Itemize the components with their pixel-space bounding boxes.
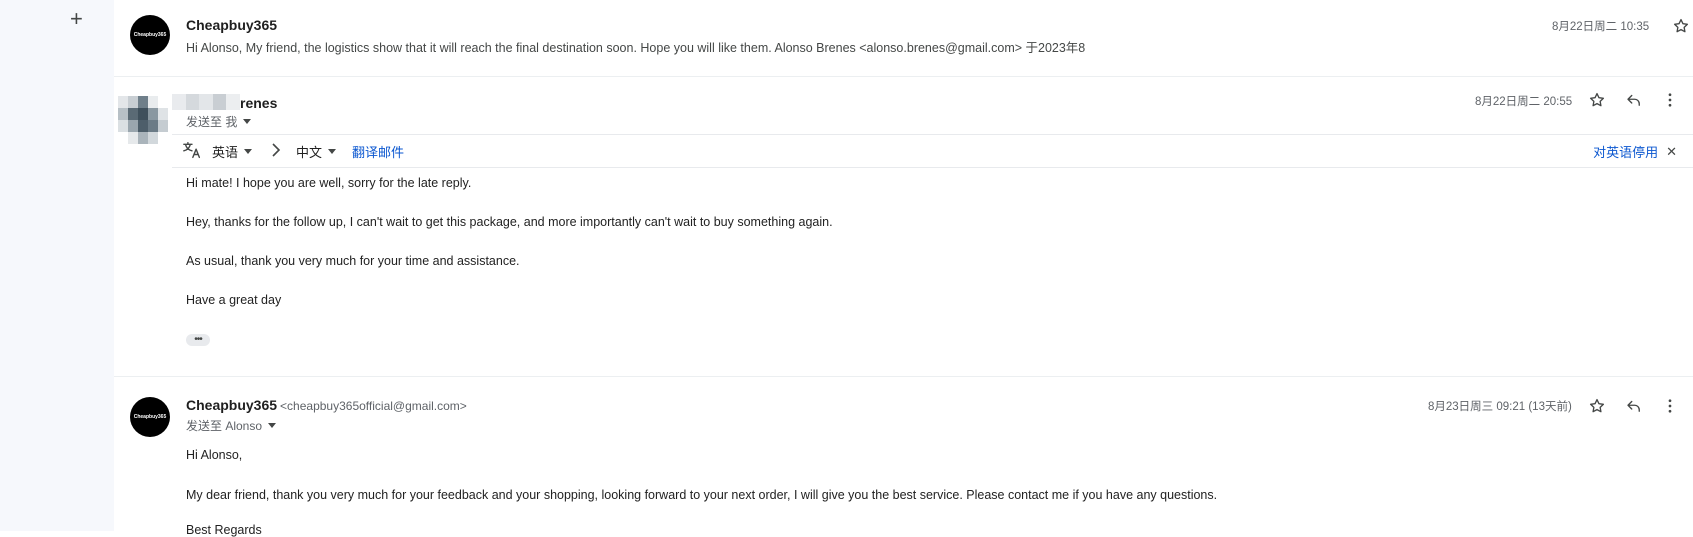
body-paragraph: Hi mate! I hope you are well, sorry for … xyxy=(186,176,472,190)
chevron-down-icon xyxy=(243,119,252,124)
target-language-select[interactable]: 中文 xyxy=(296,142,337,161)
translate-bar-actions: 对英语停用 ✕ xyxy=(1593,142,1677,161)
chevron-down-icon xyxy=(244,148,253,154)
recipient-label: 发送至 我 xyxy=(186,115,238,129)
sender-name: Cheapbuy365 xyxy=(186,17,278,33)
left-rail: + xyxy=(0,0,114,531)
message-collapsed[interactable]: Cheapbuy365 Cheapbuy365 Hi Alonso, My fr… xyxy=(114,0,1693,76)
message-expanded: renes 发送至 我 8月22日周二 20:55 英语 中文 翻译邮件 对英语… xyxy=(114,77,1693,375)
star-icon[interactable] xyxy=(1587,90,1607,110)
more-vert-icon[interactable] xyxy=(1660,90,1680,110)
chevron-down-icon xyxy=(328,148,337,154)
reply-icon[interactable] xyxy=(1624,90,1644,110)
show-trimmed-content-button[interactable]: ••• xyxy=(186,334,210,346)
sender-display-name: Cheapbuy365 xyxy=(186,397,278,413)
source-language-select[interactable]: 英语 xyxy=(212,142,253,161)
avatar: Cheapbuy365 xyxy=(130,397,170,437)
chevron-down-icon xyxy=(268,423,277,428)
body-paragraph: Have a great day xyxy=(186,293,282,307)
conversation-view: Cheapbuy365 Cheapbuy365 Hi Alonso, My fr… xyxy=(114,0,1693,537)
more-vert-icon[interactable] xyxy=(1660,396,1680,416)
message-snippet: Hi Alonso, My friend, the logistics show… xyxy=(186,41,1086,55)
body-paragraph: Hey, thanks for the follow up, I can't w… xyxy=(186,215,833,229)
body-paragraph: As usual, thank you very much for your t… xyxy=(186,254,520,268)
chevron-right-icon xyxy=(270,142,282,160)
star-icon[interactable] xyxy=(1671,16,1691,36)
sender-email: <cheapbuy365official@gmail.com> xyxy=(280,399,467,413)
reply-icon[interactable] xyxy=(1624,396,1644,416)
body-paragraph: My dear friend, thank you very much for … xyxy=(186,488,1218,502)
translate-message-link[interactable]: 翻译邮件 xyxy=(352,142,404,161)
message-date: 8月23日周三 09:21 (13天前) xyxy=(1428,401,1572,413)
recipient-dropdown[interactable]: 发送至 Alonso xyxy=(186,417,277,434)
body-paragraph: Best Regards xyxy=(186,523,262,537)
avatar: Cheapbuy365 xyxy=(130,15,170,55)
message-expanded: Cheapbuy365 Cheapbuy365 <cheapbuy365offic… xyxy=(114,377,1693,537)
translate-bar: 英语 中文 翻译邮件 对英语停用 ✕ xyxy=(172,134,1693,168)
message-date: 8月22日周二 10:35 xyxy=(1552,21,1650,33)
star-icon[interactable] xyxy=(1587,396,1607,416)
body-paragraph: Hi Alonso, xyxy=(186,448,243,462)
close-icon[interactable]: ✕ xyxy=(1666,144,1677,160)
recipient-label: 发送至 Alonso xyxy=(186,419,263,433)
source-language-label: 英语 xyxy=(212,144,239,160)
blurred-name xyxy=(172,94,240,110)
translate-icon xyxy=(182,141,202,162)
sender-name: Cheapbuy365 <cheapbuy365official@gmail.co… xyxy=(186,397,467,413)
sender-name: renes xyxy=(240,95,278,111)
recipient-dropdown[interactable]: 发送至 我 xyxy=(186,113,252,130)
disable-translation-link[interactable]: 对英语停用 xyxy=(1593,142,1658,161)
avatar xyxy=(118,96,168,144)
target-language-label: 中文 xyxy=(296,144,323,160)
message-date: 8月22日周二 20:55 xyxy=(1475,96,1573,108)
plus-icon[interactable]: + xyxy=(70,8,83,30)
